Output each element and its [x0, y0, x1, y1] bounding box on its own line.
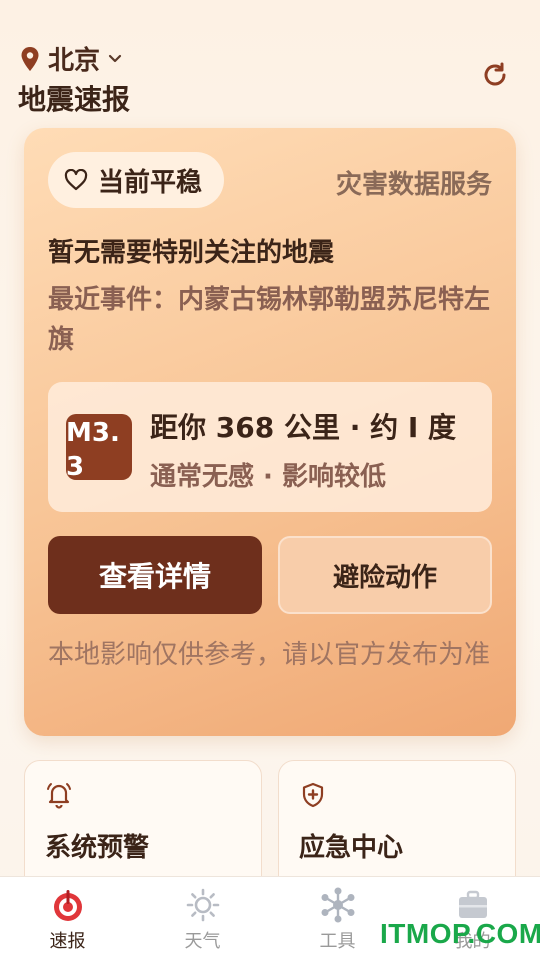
location-pin-icon [21, 46, 39, 71]
view-details-button[interactable]: 查看详情 [48, 536, 262, 614]
bell-alert-icon [47, 783, 71, 809]
network-nodes-icon [321, 887, 354, 923]
tab-label: 天气 [184, 931, 221, 952]
distance-text: 距你 368 公里 · 约 I 度 [150, 411, 456, 444]
top-header: 北京 地震速报 [0, 0, 540, 120]
refresh-icon [484, 62, 506, 86]
status-label: 当前平稳 [98, 167, 203, 198]
status-badge: 当前平稳 [48, 152, 224, 208]
page-title: 地震速报 [18, 83, 131, 116]
refresh-button[interactable] [480, 60, 510, 90]
tab-weather[interactable]: 天气 [135, 877, 270, 960]
sun-icon [186, 888, 219, 922]
quake-summary-card: 当前平稳 灾害数据服务 暂无需要特别关注的地震 最近事件：内蒙古锡林郭勒盟苏尼特… [24, 128, 516, 736]
tile-label: 系统预警 [45, 833, 150, 863]
briefcase-icon [458, 890, 487, 918]
quake-target-icon [53, 890, 82, 921]
service-label: 灾害数据服务 [335, 170, 492, 200]
event-info-card[interactable]: M3.3 距你 368 公里 · 约 I 度 通常无感 · 影响较低 [48, 382, 492, 512]
heart-icon [64, 169, 88, 191]
magnitude-badge: M3.3 [66, 414, 132, 480]
tab-label: 工具 [319, 931, 356, 952]
watermark: ITMOP.COM [380, 918, 540, 949]
tile-label: 应急中心 [299, 833, 404, 863]
shield-plus-icon [302, 782, 324, 808]
tab-label: 速报 [49, 931, 86, 952]
tab-quake-report[interactable]: 速报 [0, 877, 135, 960]
recent-event: 最近事件：内蒙古锡林郭勒盟苏尼特左旗 [48, 285, 491, 355]
location-selector[interactable]: 北京 [20, 40, 122, 77]
chevron-down-icon [108, 54, 122, 62]
impact-text: 通常无感 · 影响较低 [150, 462, 386, 492]
disclaimer-note: 本地影响仅供参考，请以官方发布为准 [48, 640, 491, 670]
city-name: 北京 [48, 46, 101, 76]
headline: 暂无需要特别关注的地震 [48, 238, 335, 268]
safety-actions-button[interactable]: 避险动作 [278, 536, 492, 614]
